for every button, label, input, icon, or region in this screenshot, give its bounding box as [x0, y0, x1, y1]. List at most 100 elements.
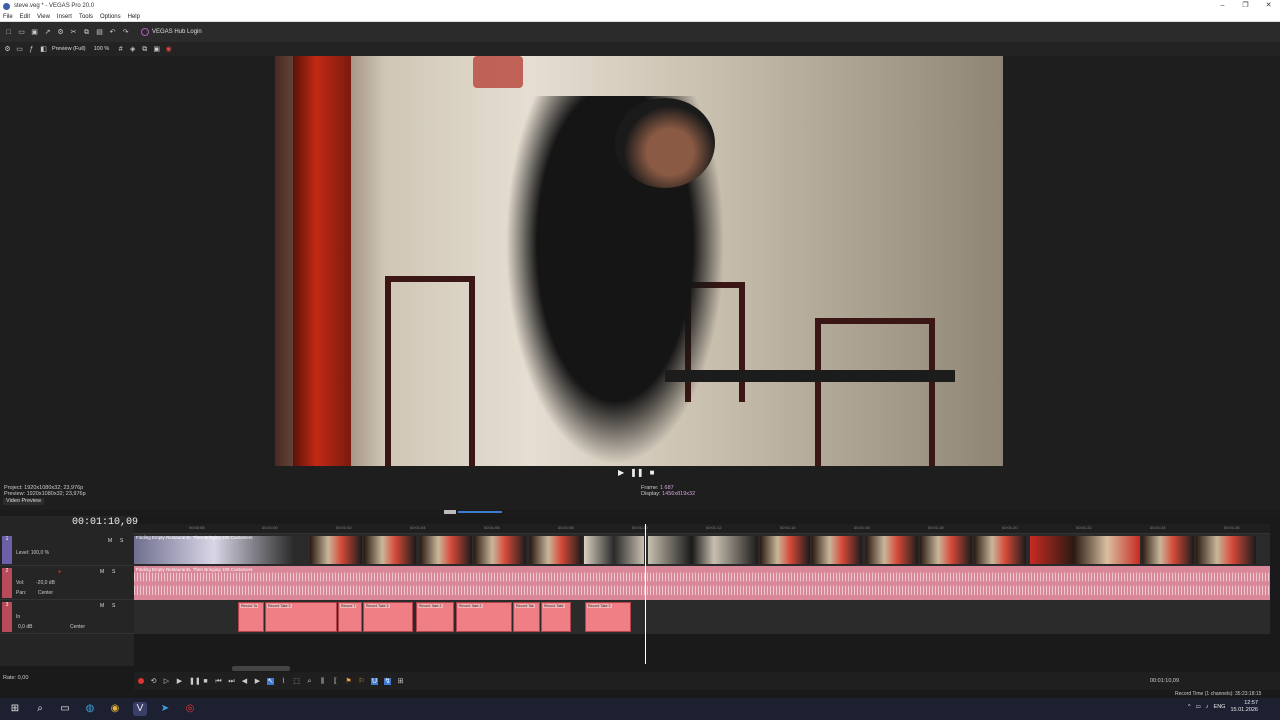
record-clip[interactable]: Record T — [338, 602, 362, 632]
loop-icon[interactable]: ⟲ — [150, 678, 157, 685]
telegram-icon[interactable]: ➤ — [158, 702, 172, 716]
stop-icon[interactable]: ■ — [202, 678, 209, 685]
ruler-tick-label: 00:00:58 — [189, 525, 205, 530]
paste-icon[interactable]: ▤ — [96, 29, 103, 36]
go-to-start-icon[interactable]: ⏮ — [215, 678, 222, 685]
video-thumbnail — [1196, 536, 1256, 564]
render-icon[interactable]: ↗ — [44, 29, 51, 36]
next-frame-icon[interactable]: ▶ — [254, 678, 261, 685]
record-clip[interactable]: Record Tak — [513, 602, 540, 632]
solo-button[interactable]: S — [120, 538, 123, 544]
play-icon[interactable]: ▶ — [618, 468, 624, 477]
timeline-scrollbar[interactable] — [232, 666, 290, 671]
selection-tool-icon[interactable]: ⬚ — [293, 678, 300, 685]
auto-ripple-icon[interactable]: ↯ — [384, 677, 391, 685]
undo-icon[interactable]: ↶ — [109, 29, 116, 36]
menu-file[interactable]: File — [3, 14, 13, 20]
menu-insert[interactable]: Insert — [57, 14, 72, 20]
vol-value[interactable]: -20,0 dB — [36, 580, 55, 586]
grid-icon[interactable]: # — [117, 46, 124, 53]
redo-icon[interactable]: ↷ — [122, 29, 129, 36]
menu-options[interactable]: Options — [100, 14, 121, 20]
hub-login-button[interactable]: VEGAS Hub Login — [141, 28, 202, 36]
audio-track-2[interactable]: Record Ta Record Take 3 Record T Record … — [134, 600, 1270, 634]
task-view-icon[interactable]: ▭ — [58, 702, 72, 716]
record-button[interactable] — [138, 678, 144, 684]
playhead-cursor[interactable] — [645, 524, 646, 664]
region-icon[interactable]: ⚐ — [358, 678, 365, 685]
chrome-icon[interactable]: ◉ — [108, 702, 122, 716]
timeline-marker[interactable] — [444, 510, 456, 514]
record-icon[interactable]: ◉ — [165, 46, 172, 53]
record-clip[interactable]: Record Take 3 — [416, 602, 454, 632]
stop-icon[interactable]: ■ — [650, 468, 655, 477]
volume-icon[interactable]: ♪ — [1206, 704, 1209, 710]
menu-help[interactable]: Help — [128, 14, 140, 20]
language-indicator[interactable]: ENG — [1214, 704, 1226, 710]
timeline-overview-scroll[interactable] — [458, 511, 502, 513]
zoom-tool-icon[interactable]: ⌕ — [306, 678, 313, 685]
marker-icon[interactable]: ⚑ — [345, 678, 352, 685]
fx-icon[interactable]: ƒ — [28, 46, 35, 53]
pan-value[interactable]: Center — [38, 590, 53, 596]
envelope-tool-icon[interactable]: ⌇ — [280, 678, 287, 685]
gain-value[interactable]: 0,0 dB — [18, 624, 32, 630]
snapping-icon[interactable]: U — [371, 677, 378, 685]
pause-icon[interactable]: ❚❚ — [630, 468, 643, 477]
record-clip[interactable]: Record Ta — [238, 602, 264, 632]
pan-value[interactable]: Center — [70, 624, 85, 630]
menu-view[interactable]: View — [37, 14, 50, 20]
record-clip[interactable]: Record Take — [541, 602, 571, 632]
new-file-icon[interactable]: □ — [5, 29, 12, 36]
overlay-icon[interactable]: ◈ — [129, 46, 136, 53]
record-clip[interactable]: Record Take 3 — [585, 602, 631, 632]
windows-start-icon[interactable]: ⊞ — [8, 702, 22, 716]
copy-snapshot-icon[interactable]: ⧉ — [141, 46, 148, 53]
solo-button[interactable]: S — [112, 603, 115, 609]
arm-record-icon[interactable]: ● — [58, 569, 61, 575]
pause-icon[interactable]: ❚❚ — [189, 678, 201, 685]
edge-browser-icon[interactable]: ◍ — [83, 702, 97, 716]
video-preview-tab[interactable]: Video Preview — [3, 498, 45, 505]
recorder-icon[interactable]: ◎ — [183, 702, 197, 716]
save-snapshot-icon[interactable]: ▣ — [153, 46, 160, 53]
play-icon[interactable]: ▶ — [176, 678, 183, 685]
clock[interactable]: 12:57 15.01.2026 — [1230, 700, 1258, 714]
play-from-start-icon[interactable]: ▷ — [163, 678, 170, 685]
open-folder-icon[interactable]: ▭ — [18, 29, 25, 36]
record-clip[interactable]: Record Take 3 — [363, 602, 413, 632]
chevron-up-icon[interactable]: ^ — [1188, 704, 1191, 710]
mute-button[interactable]: M — [100, 603, 104, 609]
timeline-ruler[interactable]: 00:00:58 00:01:00 00:01:02 00:01:04 00:0… — [134, 524, 1270, 534]
zoom-dropdown[interactable]: 100 % — [94, 46, 110, 52]
normal-edit-tool-icon[interactable]: ↖ — [267, 677, 274, 685]
network-icon[interactable]: ▭ — [1196, 704, 1201, 710]
split-icon[interactable]: ⫼ — [319, 678, 326, 685]
minimize-button[interactable]: – — [1211, 0, 1234, 12]
search-icon[interactable]: ⌕ — [33, 702, 47, 716]
preview-quality-dropdown[interactable]: Preview (Full) — [52, 46, 86, 52]
audio-track-1[interactable]: Finding Empty Restaurants, Then Bringing… — [134, 566, 1270, 600]
record-clip[interactable]: Record Take 3 — [265, 602, 337, 632]
maximize-button[interactable]: ❐ — [1234, 0, 1257, 12]
external-monitor-icon[interactable]: ▭ — [16, 46, 23, 53]
menu-edit[interactable]: Edit — [20, 14, 30, 20]
go-to-end-icon[interactable]: ⏭ — [228, 678, 235, 685]
settings-gear-icon[interactable]: ⚙ — [57, 29, 64, 36]
record-clip[interactable]: Record Take 3 — [456, 602, 512, 632]
video-settings-icon[interactable]: ⚙ — [4, 46, 11, 53]
mute-button[interactable]: M — [100, 569, 104, 575]
trim-icon[interactable]: ⟦ — [332, 678, 339, 685]
split-screen-icon[interactable]: ◧ — [40, 46, 47, 53]
video-track[interactable]: Finding Empty Restaurants, Then Bringing… — [134, 534, 1270, 566]
lock-envelopes-icon[interactable]: ⊞ — [397, 678, 404, 685]
close-button[interactable]: ✕ — [1257, 0, 1280, 12]
copy-icon[interactable]: ⧉ — [83, 29, 90, 36]
cut-icon[interactable]: ✂ — [70, 29, 77, 36]
mute-button[interactable]: M — [108, 538, 112, 544]
solo-button[interactable]: S — [112, 569, 115, 575]
vegas-taskbar-icon[interactable]: V — [133, 702, 147, 716]
prev-frame-icon[interactable]: ◀ — [241, 678, 248, 685]
save-icon[interactable]: ▣ — [31, 29, 38, 36]
menu-tools[interactable]: Tools — [79, 14, 93, 20]
